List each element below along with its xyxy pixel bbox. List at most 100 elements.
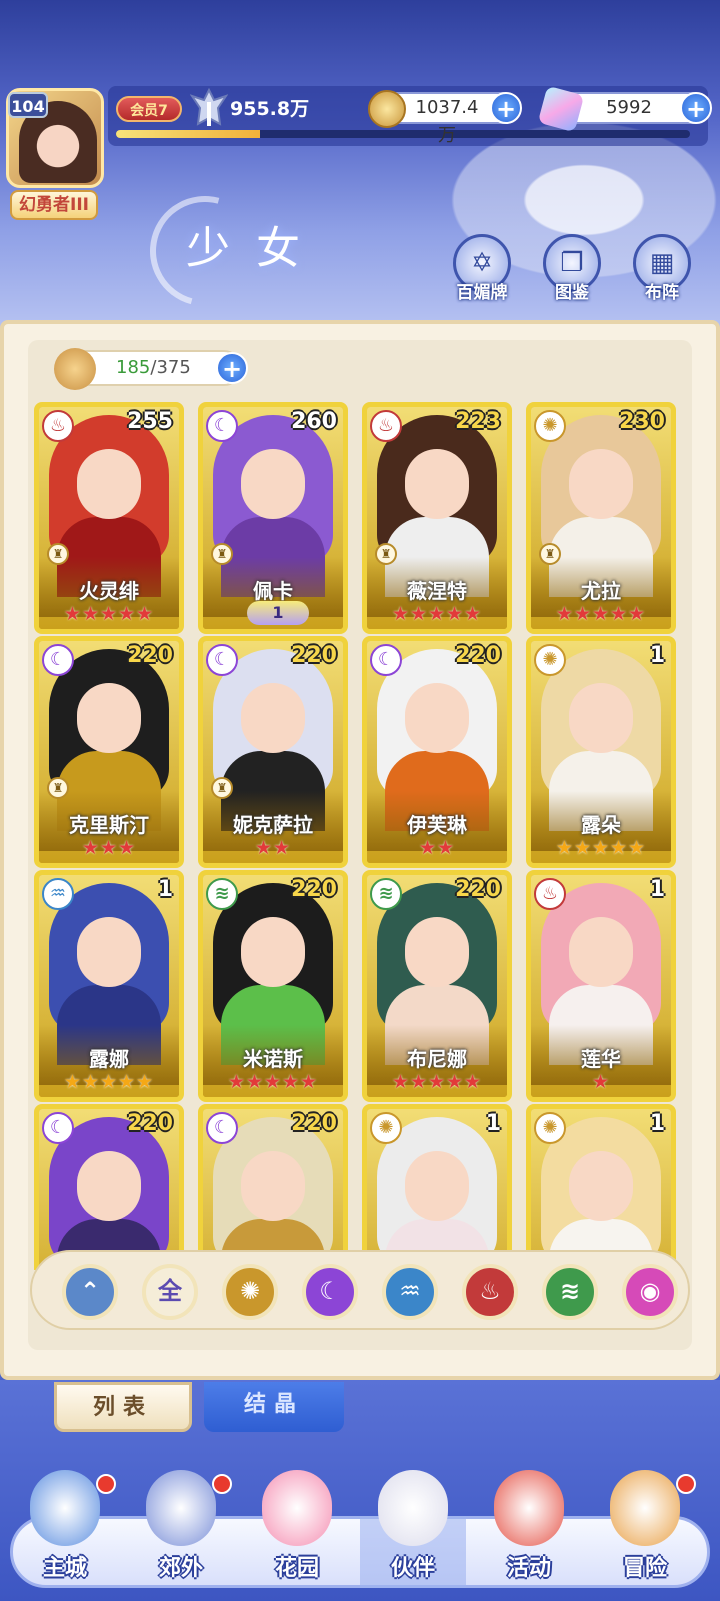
- portrait-face: [241, 917, 305, 987]
- fire-icon: ♨: [479, 1277, 501, 1305]
- add-gem-button[interactable]: +: [680, 92, 712, 124]
- nav-icon: [378, 1470, 448, 1546]
- card-level: 1: [649, 1111, 665, 1136]
- formation-button[interactable]: ▦ 布阵: [630, 234, 694, 304]
- nav-0-button[interactable]: 主城: [10, 1470, 120, 1594]
- water-icon: ♒: [399, 1277, 421, 1305]
- gold-counter: 1037.4万 +: [368, 90, 522, 146]
- character-card[interactable]: ☾220♜: [198, 1104, 348, 1270]
- card-name: 露朵: [581, 813, 621, 837]
- character-card[interactable]: ♨ 223 ♜ 薇涅特 ★★★★★: [362, 402, 512, 634]
- card-stars: ★★: [418, 837, 456, 859]
- character-card[interactable]: ✺1♜: [362, 1104, 512, 1270]
- tab-crystal[interactable]: 结晶: [204, 1382, 344, 1432]
- card-collection-label: 百媚牌: [456, 283, 508, 303]
- capacity-value: 185/375: [116, 352, 191, 384]
- filter-water-button[interactable]: ♒: [382, 1264, 438, 1320]
- nav-label: 郊外: [158, 1556, 203, 1581]
- character-card[interactable]: ♒1♜露娜★★★★★: [34, 870, 184, 1102]
- portrait-face: [405, 1151, 469, 1221]
- card-name: 伊芙琳: [407, 813, 467, 837]
- character-grid: ♨ 255 ♜ 火灵绯 ★★★★★ ☾ 260 ♜ 佩卡 1 ♨ 223 ♜ 薇涅特 ★★★★★ ✺ 230 ♜ 尤…: [34, 402, 686, 1270]
- notification-dot: [212, 1474, 232, 1494]
- filter-orb-button[interactable]: ◉: [622, 1264, 678, 1320]
- moon-element-icon: ☾: [42, 644, 74, 676]
- filter-sun-button[interactable]: ✺: [222, 1264, 278, 1320]
- nav-label: 主城: [42, 1556, 87, 1581]
- wind-element-icon: ≋: [370, 878, 402, 910]
- card-stars: ★★★★★: [555, 603, 647, 625]
- nav-label: 冒险: [622, 1556, 667, 1581]
- card-name: 布尼娜: [407, 1047, 467, 1071]
- rank-piece-icon: ♜: [47, 777, 69, 799]
- character-card[interactable]: ≋220♜布尼娜★★★★★: [362, 870, 512, 1102]
- wind-element-icon: ≋: [206, 878, 238, 910]
- element-filter-bar: ⌃ 全 ✺ ☾ ♒ ♨ ≋ ◉: [30, 1250, 690, 1330]
- nav-5-button[interactable]: 冒险: [590, 1470, 700, 1594]
- nav-1-button[interactable]: 郊外: [126, 1470, 236, 1594]
- water-element-icon: ♒: [42, 878, 74, 910]
- filter-fire-button[interactable]: ♨: [462, 1264, 518, 1320]
- vip-badge[interactable]: 会员7: [116, 96, 182, 122]
- card-level: 255: [127, 409, 173, 434]
- card-level: 1: [649, 643, 665, 668]
- character-card[interactable]: ✺ 230 ♜ 尤拉 ★★★★★: [526, 402, 676, 634]
- capacity-current: 185: [116, 357, 151, 378]
- nav-icon: [262, 1470, 332, 1546]
- tab-list[interactable]: 列表: [54, 1382, 192, 1432]
- card-stars: ★★★★★: [63, 603, 155, 625]
- character-card[interactable]: ♨1♜莲华★: [526, 870, 676, 1102]
- fire-element-icon: ♨: [42, 410, 74, 442]
- notification-dot: [96, 1474, 116, 1494]
- moon-icon: ☾: [319, 1277, 341, 1305]
- card-tier-badge: 1: [247, 601, 309, 625]
- orb-icon: ◉: [639, 1277, 661, 1305]
- character-card[interactable]: ☾ 220 ♜ 妮克萨拉 ★★: [198, 636, 348, 868]
- rank-piece-icon: ♜: [375, 543, 397, 565]
- nav-3-button[interactable]: 伙伴: [358, 1470, 468, 1594]
- filter-up-arrow-button[interactable]: ⌃: [62, 1264, 118, 1320]
- card-level: 1: [157, 877, 173, 902]
- moon-element-icon: ☾: [206, 410, 238, 442]
- rank-piece-icon: ♜: [539, 543, 561, 565]
- card-stars: ★★★: [81, 837, 137, 859]
- filter-moon-button[interactable]: ☾: [302, 1264, 358, 1320]
- filter-all-button[interactable]: 全: [142, 1264, 198, 1320]
- character-card[interactable]: ✺1♜露朵★★★★★: [526, 636, 676, 868]
- card-name: 尤拉: [581, 579, 621, 603]
- character-card[interactable]: ☾220♜: [34, 1104, 184, 1270]
- card-stars: ★★★★★: [391, 603, 483, 625]
- portrait-face: [77, 1151, 141, 1221]
- card-stars: ★: [591, 1071, 611, 1093]
- moon-element-icon: ☾: [370, 644, 402, 676]
- card-collection-button[interactable]: ✡ 百媚牌: [450, 234, 514, 304]
- character-card[interactable]: ☾ 260 ♜ 佩卡 1: [198, 402, 348, 634]
- formation-label: 布阵: [645, 283, 679, 303]
- character-card[interactable]: ≋220♜米诺斯★★★★★: [198, 870, 348, 1102]
- card-stars: ★★★★★: [63, 1071, 155, 1093]
- card-level: 220: [291, 1111, 337, 1136]
- nav-4-button[interactable]: 活动: [474, 1470, 584, 1594]
- character-card[interactable]: ✺1♜: [526, 1104, 676, 1270]
- sun-element-icon: ✺: [370, 1112, 402, 1144]
- filter-wind-button[interactable]: ≋: [542, 1264, 598, 1320]
- up-arrow-icon: ⌃: [79, 1277, 101, 1305]
- character-card[interactable]: ♨ 255 ♜ 火灵绯 ★★★★★: [34, 402, 184, 634]
- nav-2-button[interactable]: 花园: [242, 1470, 352, 1594]
- character-card[interactable]: ☾ 220 ♜ 克里斯汀 ★★★: [34, 636, 184, 868]
- card-name: 克里斯汀: [69, 813, 149, 837]
- character-card[interactable]: ☾220♜伊芙琳★★: [362, 636, 512, 868]
- player-title-badge[interactable]: 幻勇者III: [10, 190, 98, 220]
- codex-button[interactable]: ❐ 图鉴: [540, 234, 604, 304]
- portrait-face: [569, 917, 633, 987]
- moon-element-icon: ☾: [42, 1112, 74, 1144]
- capacity-bag-icon: [54, 348, 96, 390]
- add-gold-button[interactable]: +: [490, 92, 522, 124]
- expand-capacity-button[interactable]: +: [216, 352, 248, 384]
- card-name: 火灵绯: [79, 579, 139, 603]
- card-stars: ★★★★★: [227, 1071, 319, 1093]
- player-level: 104: [8, 92, 48, 118]
- portrait-face: [569, 449, 633, 519]
- moon-element-icon: ☾: [206, 1112, 238, 1144]
- portrait-face: [405, 917, 469, 987]
